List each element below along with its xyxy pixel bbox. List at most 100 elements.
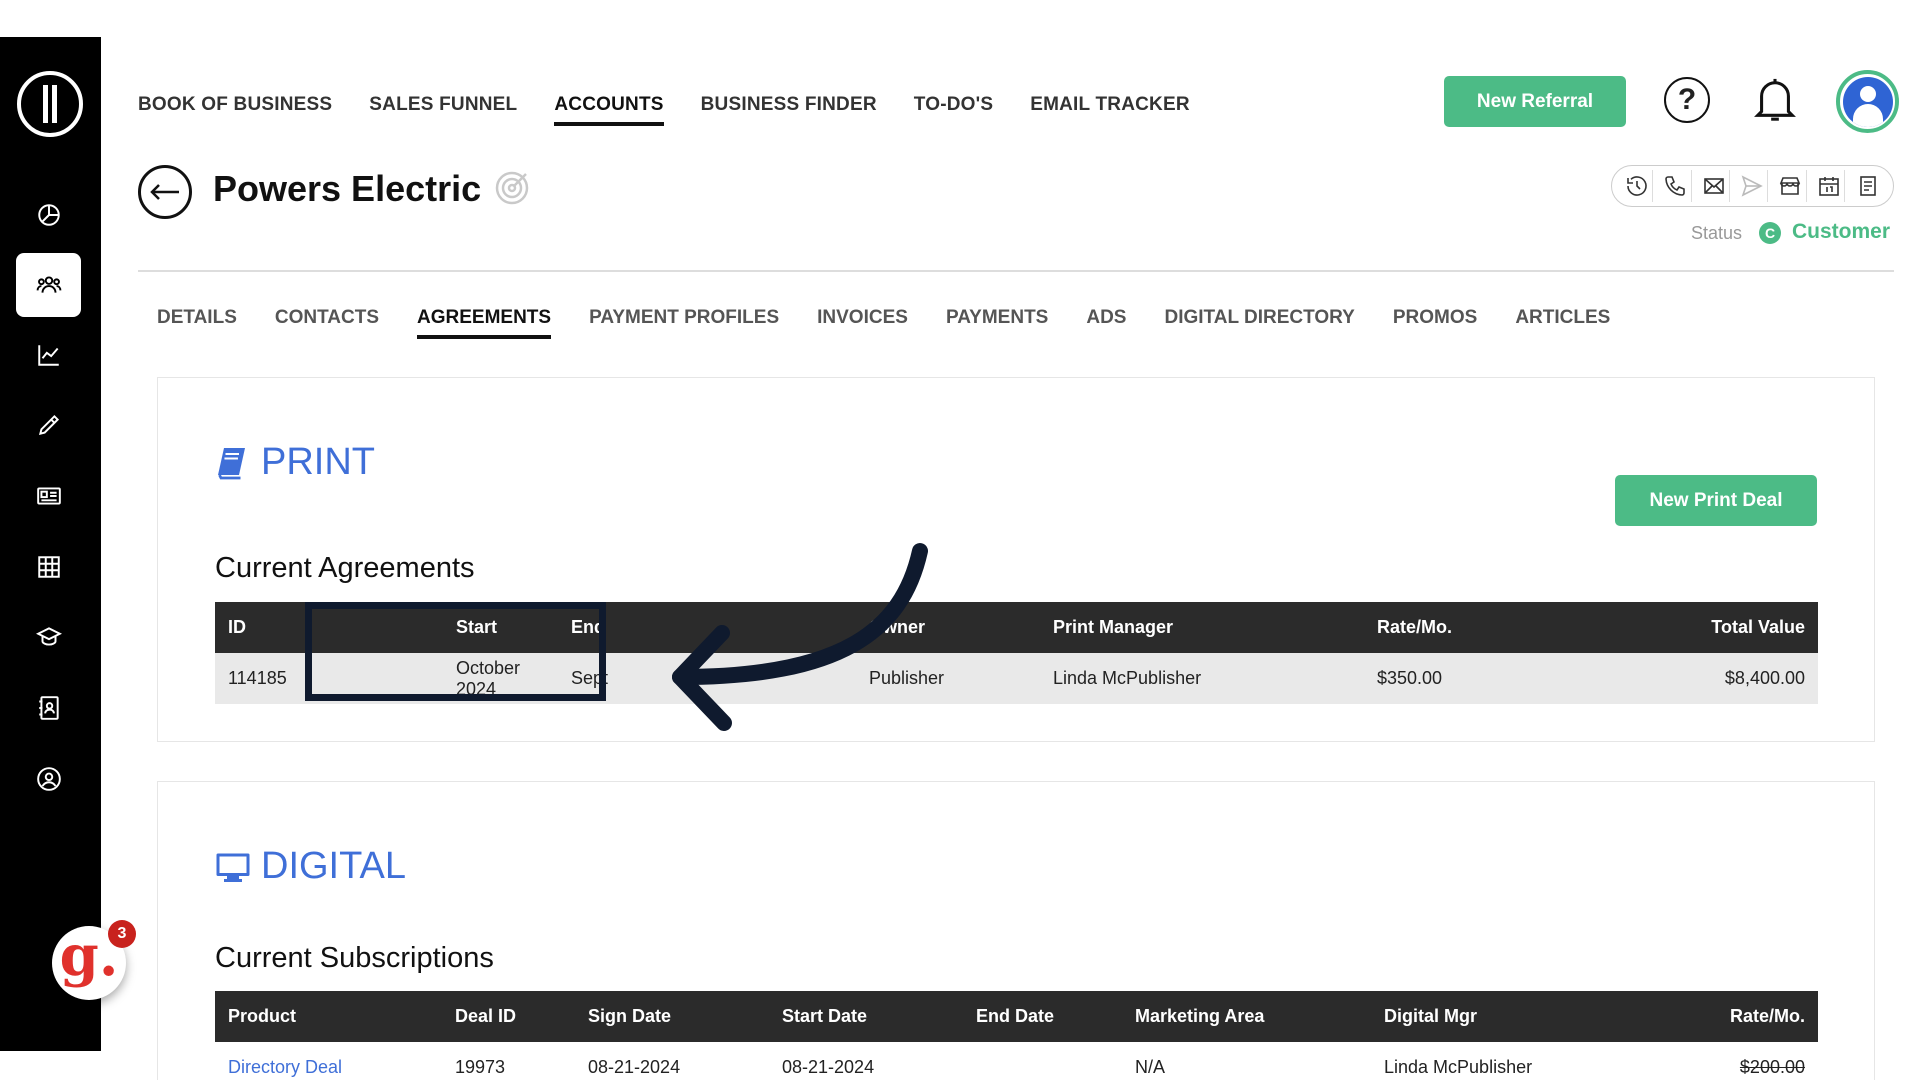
column-header-total-value[interactable]: Total Value <box>1564 602 1818 653</box>
column-header-id[interactable]: ID <box>215 602 303 653</box>
monitor-icon <box>216 853 250 882</box>
tab-payments[interactable]: PAYMENTS <box>946 307 1048 339</box>
column-header-rate[interactable]: Rate/Mo. <box>1364 602 1564 653</box>
column-header-print-manager[interactable]: Print Manager <box>1040 602 1364 653</box>
tab-promos[interactable]: PROMOS <box>1393 307 1477 339</box>
sidebar-item-profile[interactable] <box>16 747 81 811</box>
table-row[interactable]: Directory Deal 19973 08-21-2024 08-21-20… <box>215 1042 1818 1080</box>
nav-sales-funnel[interactable]: SALES FUNNEL <box>369 94 517 126</box>
cell-total-value: $8,400.00 <box>1564 653 1818 704</box>
contact-book-icon <box>38 696 59 720</box>
cell-deal-id: 19973 <box>442 1042 575 1080</box>
cell-sign-date: 08-21-2024 <box>575 1042 769 1080</box>
cell-end-date <box>963 1042 1122 1080</box>
document-icon <box>1859 176 1876 196</box>
current-subscriptions-title: Current Subscriptions <box>215 942 494 974</box>
notes-button[interactable] <box>1852 170 1884 202</box>
help-icon[interactable]: ? <box>1664 77 1710 123</box>
column-header-product[interactable]: Product <box>215 991 442 1042</box>
cell-start-date: 08-21-2024 <box>769 1042 963 1080</box>
tab-payment-profiles[interactable]: PAYMENT PROFILES <box>589 307 779 339</box>
annotation-arrow-icon <box>672 543 928 731</box>
user-circle-icon <box>36 767 61 791</box>
tab-digital-directory[interactable]: DIGITAL DIRECTORY <box>1164 307 1354 339</box>
storefront-button[interactable] <box>1775 170 1807 202</box>
send-button[interactable] <box>1736 170 1769 202</box>
calendar-icon <box>1819 177 1839 196</box>
user-icon <box>1842 76 1893 127</box>
nav-business-finder[interactable]: BUSINESS FINDER <box>701 94 877 126</box>
phone-icon <box>1665 176 1685 196</box>
calendar-button[interactable] <box>1813 170 1846 202</box>
nav-accounts[interactable]: ACCOUNTS <box>554 94 664 126</box>
column-header-end-date[interactable]: End Date <box>963 991 1122 1042</box>
cell-marketing-area: N/A <box>1122 1042 1371 1080</box>
grid-icon <box>37 556 60 578</box>
target-icon[interactable] <box>494 170 530 206</box>
column-header-rate[interactable]: Rate/Mo. <box>1631 991 1818 1042</box>
sidebar-item-reports[interactable] <box>16 323 81 387</box>
product-link[interactable]: Directory Deal <box>215 1042 442 1080</box>
tab-articles[interactable]: ARTICLES <box>1515 307 1610 339</box>
nav-book-of-business[interactable]: BOOK OF BUSINESS <box>138 94 332 126</box>
pie-chart-icon <box>37 204 60 226</box>
send-icon <box>1741 175 1763 197</box>
help-widget[interactable]: g. 3 <box>52 920 136 1000</box>
print-heading-text: PRINT <box>261 441 375 483</box>
app-frame: g. 3 BOOK OF BUSINESS SALES FUNNEL ACCOU… <box>0 37 1920 1080</box>
page-title: Powers Electric <box>213 168 482 209</box>
status-value: Customer <box>1792 220 1891 243</box>
account-tabs: DETAILS CONTACTS AGREEMENTS PAYMENT PROF… <box>157 307 1610 339</box>
user-avatar[interactable] <box>1836 70 1899 133</box>
graduation-cap-icon <box>35 627 62 646</box>
sidebar-item-edit[interactable] <box>16 393 81 457</box>
people-icon <box>36 276 61 293</box>
tab-details[interactable]: DETAILS <box>157 307 237 339</box>
newspaper-icon <box>36 487 61 505</box>
digital-section-heading: DIGITAL <box>215 845 406 888</box>
app-logo[interactable] <box>17 71 83 137</box>
back-button[interactable] <box>138 165 192 219</box>
notification-count-badge: 3 <box>108 920 136 948</box>
arrow-left-icon <box>150 184 179 200</box>
subscriptions-table: Product Deal ID Sign Date Start Date End… <box>215 991 1818 1080</box>
nav-todos[interactable]: TO-DO'S <box>914 94 993 126</box>
cell-print-manager: Linda McPublisher <box>1040 653 1364 704</box>
new-referral-button[interactable]: New Referral <box>1444 76 1626 127</box>
column-header-marketing-area[interactable]: Marketing Area <box>1122 991 1371 1042</box>
bell-icon[interactable] <box>1752 75 1798 125</box>
cell-rate: $350.00 <box>1364 653 1564 704</box>
print-section-heading: PRINT <box>215 441 375 484</box>
sidebar <box>0 37 101 1051</box>
column-header-digital-mgr[interactable]: Digital Mgr <box>1371 991 1631 1042</box>
email-button[interactable] <box>1698 170 1731 202</box>
history-button[interactable] <box>1621 170 1654 202</box>
column-header-deal-id[interactable]: Deal ID <box>442 991 575 1042</box>
sidebar-item-accounts[interactable] <box>16 253 81 317</box>
envelope-icon <box>1703 178 1724 194</box>
storefront-icon <box>1780 177 1801 195</box>
sidebar-item-dashboard[interactable] <box>16 183 81 247</box>
status-label: Status <box>1691 223 1743 243</box>
tab-agreements[interactable]: AGREEMENTS <box>417 307 552 339</box>
tab-ads[interactable]: ADS <box>1086 307 1126 339</box>
sidebar-item-contacts[interactable] <box>16 676 81 740</box>
divider <box>138 270 1894 272</box>
nav-email-tracker[interactable]: EMAIL TRACKER <box>1030 94 1190 126</box>
new-print-deal-button[interactable]: New Print Deal <box>1615 475 1817 526</box>
history-icon <box>1626 176 1647 196</box>
column-header-start-date[interactable]: Start Date <box>769 991 963 1042</box>
current-agreements-title: Current Agreements <box>215 552 475 584</box>
sidebar-item-news[interactable] <box>16 464 81 528</box>
sidebar-item-training[interactable] <box>16 605 81 669</box>
sidebar-item-grid[interactable] <box>16 535 81 599</box>
trend-chart-icon <box>37 345 59 366</box>
top-nav: BOOK OF BUSINESS SALES FUNNEL ACCOUNTS B… <box>138 94 1190 126</box>
digital-heading-text: DIGITAL <box>261 845 406 887</box>
cell-rate: $200.00 <box>1631 1042 1818 1080</box>
book-icon <box>218 447 245 479</box>
tab-invoices[interactable]: INVOICES <box>817 307 908 339</box>
column-header-sign-date[interactable]: Sign Date <box>575 991 769 1042</box>
tab-contacts[interactable]: CONTACTS <box>275 307 379 339</box>
call-button[interactable] <box>1660 170 1692 202</box>
